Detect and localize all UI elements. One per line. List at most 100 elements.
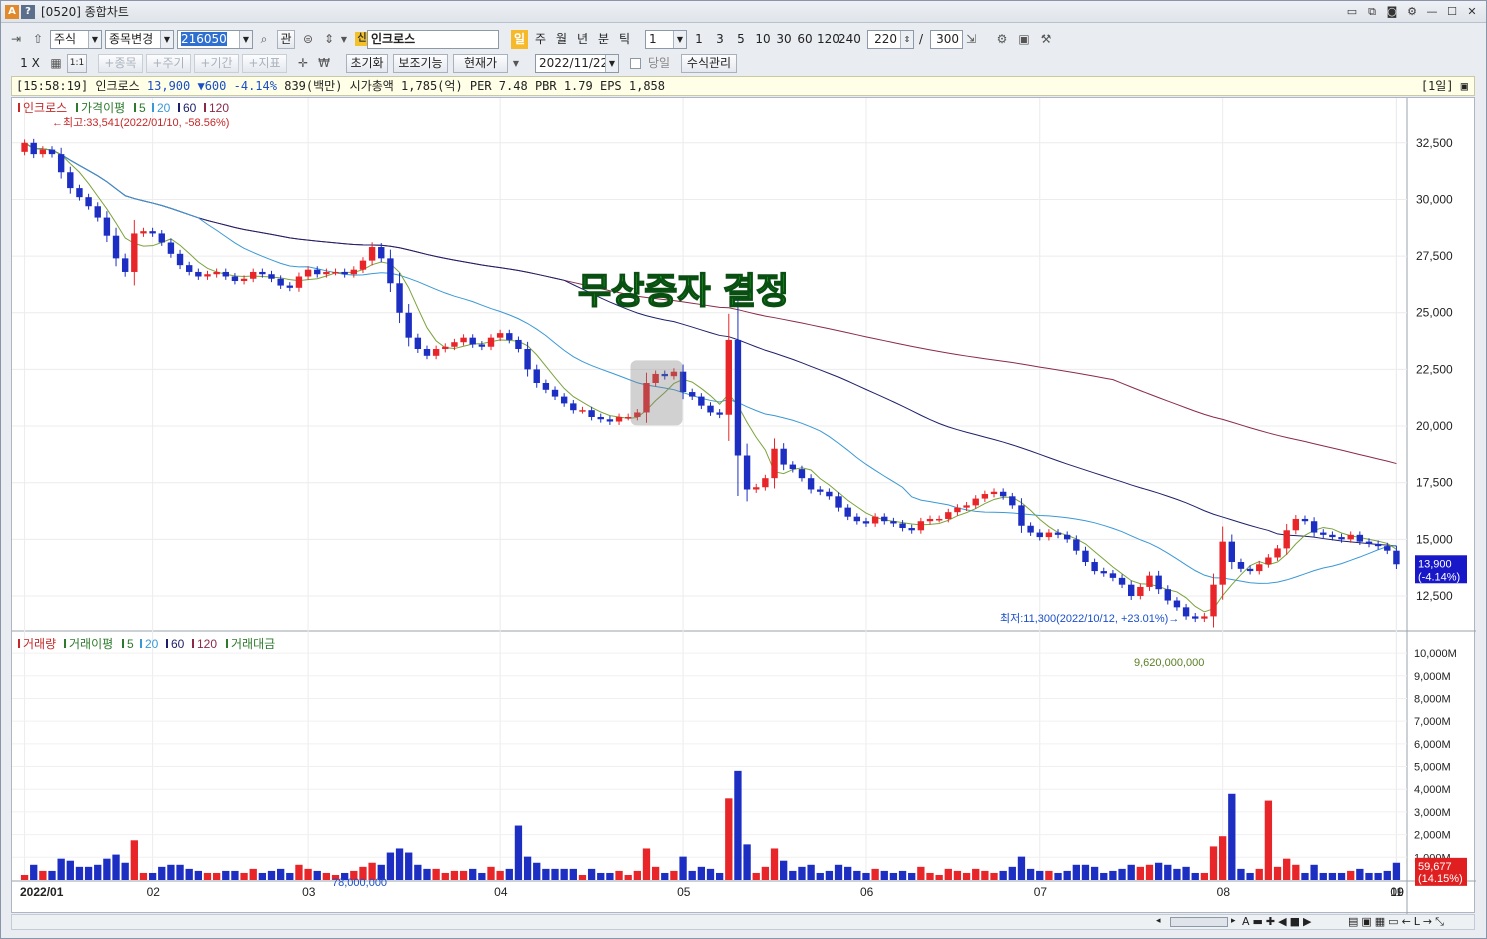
highlight-box (630, 360, 683, 426)
view-count-stepper[interactable]: 220 ⇕ (867, 30, 914, 49)
period-tick[interactable]: 틱 (616, 30, 633, 49)
candle (615, 416, 623, 422)
info-period-badge[interactable]: [1일] ▣ (1421, 77, 1468, 95)
interval-select[interactable]: 1 ▼ (645, 30, 687, 49)
candle (1054, 532, 1062, 535)
chart-tool-icons[interactable]: ▤▣▦▭←L→⤡ (1348, 915, 1447, 929)
date-select[interactable]: 2022/11/22 ▼ (535, 54, 619, 73)
candle (240, 278, 248, 282)
price-tick-label: 32,500 (1416, 136, 1453, 150)
volume-bar (20, 875, 29, 880)
scroll-left-icon[interactable]: ◂ (1156, 916, 1161, 926)
one-to-one-button[interactable]: 1:1 (67, 54, 87, 73)
period-year[interactable]: 년 (574, 30, 591, 49)
add-range-button[interactable]: +기간 (194, 54, 239, 73)
maximize-icon[interactable]: ☐ (1444, 4, 1460, 19)
volume-bar (423, 868, 431, 880)
interval-240[interactable]: 240 (838, 30, 861, 49)
price-legend-item: 20 (157, 101, 171, 115)
history-up-icon[interactable]: ⇧ (29, 31, 47, 48)
dropdown-arrow-icon[interactable]: ▼ (339, 31, 349, 48)
aux-function-button[interactable]: 보조기능 (393, 54, 448, 73)
settings-icon[interactable]: ⚙ (993, 31, 1011, 48)
last-price-label: 13,900 (1418, 558, 1452, 570)
volume-max-label: 9,620,000,000 (1134, 657, 1204, 669)
reset-button[interactable]: 초기화 (346, 54, 388, 73)
layout-1x1[interactable]: 1 X 1 (15, 54, 45, 89)
scroll-right-icon[interactable]: ▸ (1231, 916, 1236, 926)
interval-1[interactable]: 1 (691, 30, 707, 49)
same-day-checkbox[interactable] (630, 58, 641, 69)
grid-icon[interactable]: ▦ (47, 55, 65, 72)
chart-nav-icons[interactable]: A▬✚◀■▶ (1242, 915, 1314, 928)
link-icon[interactable]: ▭ (1344, 4, 1360, 19)
expand-icon[interactable]: ⇲ (964, 31, 978, 48)
volume-bar (469, 868, 477, 880)
save-icon[interactable]: ▣ (1015, 31, 1033, 48)
price-mode-button[interactable]: 현재가 (453, 54, 508, 73)
add-stock-button[interactable]: +종목 (98, 54, 143, 73)
volume-bar (770, 848, 779, 880)
candle (1173, 600, 1181, 608)
candle (597, 416, 604, 420)
count-slash: / (918, 32, 924, 46)
add-period-button[interactable]: +주기 (146, 54, 191, 73)
candle (30, 142, 37, 155)
app-icon: A (5, 4, 19, 19)
tools-icon[interactable]: ⚒ (1037, 31, 1055, 48)
volume-bar (222, 870, 230, 880)
watch-button[interactable]: 관 (277, 30, 295, 49)
scroll-thumb[interactable] (1170, 917, 1228, 927)
candle (908, 528, 915, 531)
candle (259, 271, 266, 275)
period-day[interactable]: 일 (511, 30, 528, 49)
help-icon[interactable]: ? (21, 4, 35, 19)
volume-bar (395, 848, 404, 880)
candle (579, 410, 586, 412)
candle (542, 382, 550, 390)
volume-bar (185, 868, 193, 880)
total-count-field[interactable]: 300 (930, 30, 963, 49)
stock-code-input[interactable]: 216050 ▼ (177, 30, 253, 49)
market-select[interactable]: 주식 ▼ (50, 30, 102, 49)
gear-icon[interactable]: ⚙ (1404, 4, 1420, 19)
chart-area[interactable]: 32,500 30,000 27,500 25,000 22,500 20,000 17,5… (11, 97, 1476, 914)
link-toggle-icon[interactable]: ⇥ (7, 31, 25, 48)
volume-bar (1383, 870, 1391, 880)
volume-legend-item: 5 (127, 637, 134, 651)
price-mode-dropdown-icon[interactable]: ▼ (509, 55, 523, 72)
volume-bar (972, 868, 980, 880)
close-icon[interactable]: ✕ (1464, 4, 1480, 19)
candle (405, 312, 412, 338)
copy-window-icon[interactable]: ⧉ (1364, 4, 1380, 19)
interval-10[interactable]: 10 (754, 30, 772, 49)
period-week[interactable]: 주 (532, 30, 549, 49)
window-title: [0520] 종합차트 (41, 5, 129, 19)
period-minute[interactable]: 분 (595, 30, 612, 49)
add-indicator-button[interactable]: +지표 (242, 54, 287, 73)
interval-60[interactable]: 60 (796, 30, 814, 49)
search-icon[interactable]: ⌕ (255, 31, 273, 48)
crosshair-icon[interactable]: ✛ (294, 55, 312, 72)
candle (524, 349, 531, 370)
interval-30[interactable]: 30 (775, 30, 793, 49)
candle (807, 478, 815, 490)
volume-bar (1063, 870, 1071, 880)
interval-3[interactable]: 3 (712, 30, 728, 49)
candle (1283, 530, 1290, 549)
stepper-icon[interactable]: ⇕ (320, 31, 338, 48)
minimize-icon[interactable]: — (1424, 4, 1440, 19)
period-month[interactable]: 월 (553, 30, 570, 49)
camera-icon[interactable]: ◙ (1384, 4, 1400, 19)
formula-manage-button[interactable]: 수식관리 (681, 54, 737, 73)
interval-5[interactable]: 5 (733, 30, 749, 49)
stock-change-select[interactable]: 종목변경 ▼ (105, 30, 174, 49)
interval-120[interactable]: 120 (817, 30, 840, 49)
chart-svg[interactable]: 32,500 30,000 27,500 25,000 22,500 20,000 17,5… (12, 98, 1476, 914)
horizontal-scrollbar[interactable]: ◂ ▸ A▬✚◀■▶ ▤▣▦▭←L→⤡ (11, 914, 1475, 930)
currency-icon[interactable]: ₩ (315, 55, 333, 72)
volume-bar (148, 872, 157, 880)
legend-swatch (18, 639, 20, 648)
sync-icon[interactable]: ⊜ (299, 31, 317, 48)
info-market-cap: 시가총액 1,785(억) (349, 79, 463, 93)
